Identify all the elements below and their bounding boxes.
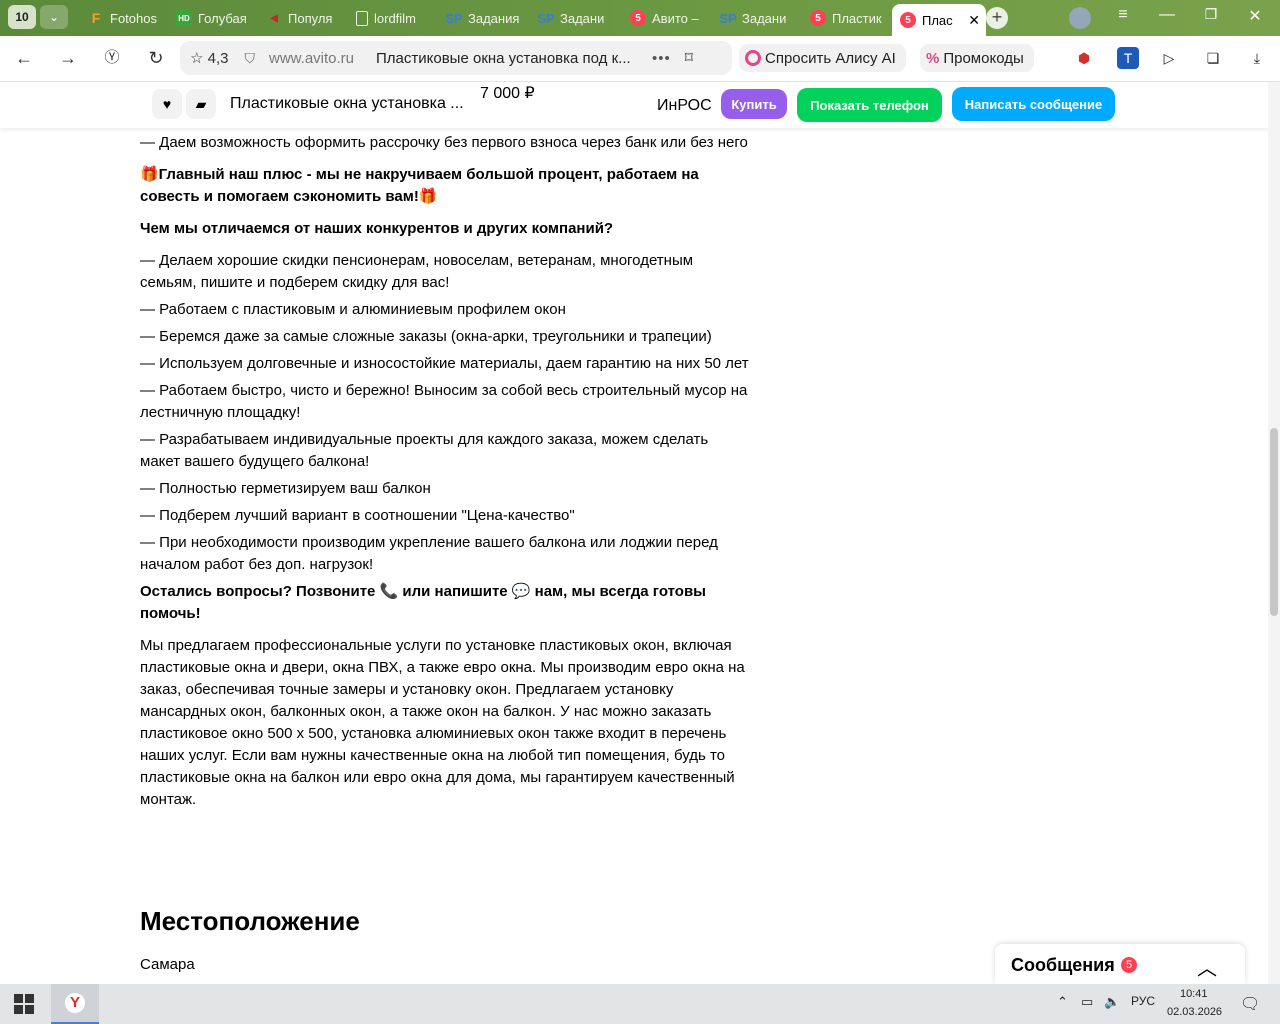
list-item: — Работаем с пластиковым и алюминиевым п…: [140, 301, 566, 318]
sp-favicon-icon: SP: [719, 10, 737, 26]
description-heading: Чем мы отличаемся от наших конкурентов и…: [140, 220, 614, 237]
site-rating[interactable]: ☆ 4,3: [190, 49, 228, 67]
site-rating-value: 4,3: [207, 50, 229, 67]
list-item: — Беремся даже за самые сложные заказы (…: [140, 328, 712, 345]
description-paragraph: — Даем возможность оформить рассрочку бе…: [140, 134, 748, 151]
scrollbar-thumb[interactable]: [1270, 428, 1278, 616]
browser-tab-strip: 10 ⌄ F Fotohos HD Голубая ◀ Популя lordf…: [0, 0, 1280, 36]
list-item: — Полностью герметизируем ваш балкон: [140, 480, 431, 497]
forward-arrow-icon[interactable]: →: [55, 46, 81, 70]
ask-alice-label: Спросить Алису AI: [765, 49, 896, 67]
messages-count-badge: 5: [1121, 957, 1137, 973]
language-indicator[interactable]: РУС: [1131, 994, 1155, 1008]
percent-icon: %: [926, 49, 940, 67]
avito-favicon-icon: 5: [900, 12, 916, 28]
tab-zadaniya-3[interactable]: SP Задани: [712, 4, 802, 32]
ask-alice-button[interactable]: Спросить Алису AI: [739, 44, 906, 72]
tab-favicon-icon: F: [91, 10, 101, 26]
description-contact-call: Остались вопросы? Позвоните 📞 или напиши…: [140, 583, 706, 622]
minimize-icon[interactable]: —: [1152, 6, 1182, 24]
yandex-logo-icon: Y: [65, 993, 85, 1013]
new-tab-plus-icon[interactable]: +: [986, 7, 1008, 29]
list-item: — При необходимости производим укреплени…: [140, 534, 718, 573]
messages-label: Сообщения: [1011, 955, 1115, 975]
clock-date[interactable]: 02.03.2026: [1167, 1006, 1222, 1018]
buy-button[interactable]: Купить: [721, 89, 787, 119]
listing-title: Пластиковые окна установка ...: [230, 95, 464, 112]
show-phone-button[interactable]: Показать телефон: [797, 88, 942, 122]
alice-icon: [745, 50, 761, 66]
sp-favicon-icon: SP: [445, 10, 463, 26]
speaker-icon: ◀: [270, 12, 278, 24]
notifications-icon[interactable]: 🗨: [1240, 994, 1260, 1014]
more-dots-icon[interactable]: •••: [652, 50, 671, 67]
favorite-heart-icon[interactable]: ♥: [152, 89, 182, 119]
browser-nav-bar: ← → Ⓨ ↻ ☆ 4,3 ⛉ www.avito.ru Пластиковые…: [0, 36, 1280, 82]
listing-sticky-header: ♥ ▰ Пластиковые окна установка ... 7 000…: [0, 82, 1268, 128]
windows-start-icon[interactable]: [14, 994, 34, 1014]
promocodes-button[interactable]: % Промокоды: [920, 44, 1034, 72]
messages-widget[interactable]: Сообщения 5 ︿: [995, 944, 1245, 984]
listing-description: — Даем возможность оформить рассрочку бе…: [140, 130, 750, 816]
promocodes-label: Промокоды: [943, 49, 1024, 67]
list-item: — Разрабатываем индивидуальные проекты д…: [140, 431, 709, 470]
bookmark-icon[interactable]: ⌑: [685, 48, 693, 68]
shield-icon[interactable]: ⛉: [244, 50, 255, 67]
chevron-up-icon[interactable]: ︿: [1197, 952, 1217, 981]
tab-list-chevron-icon[interactable]: ⌄: [40, 5, 68, 29]
tab-fotohos[interactable]: F Fotohos: [80, 4, 166, 32]
avito-favicon-icon: 5: [630, 10, 646, 26]
tab-zadaniya-2[interactable]: SP Задани: [530, 4, 620, 32]
location-heading: Местоположение: [140, 906, 360, 936]
close-window-icon[interactable]: ✕: [1240, 6, 1270, 26]
download-icon[interactable]: ⤓: [1246, 47, 1268, 69]
network-icon[interactable]: ▭: [1081, 994, 1093, 1010]
page-icon: [356, 10, 368, 26]
note-icon[interactable]: ▰: [186, 89, 216, 119]
tab-active-plastik[interactable]: 5 Плас ✕: [892, 4, 986, 36]
list-item: — Работаем быстро, чисто и бережно! Выно…: [140, 382, 748, 421]
tab-plastik[interactable]: 5 Пластик: [802, 4, 892, 32]
yandex-browser-taskbar-icon[interactable]: Y: [51, 984, 99, 1024]
url-domain: www.avito.ru: [268, 49, 355, 67]
description-seo-paragraph: Мы предлагаем профессиональные услуги по…: [140, 637, 745, 808]
url-page-title: Пластиковые окна установка под к...: [376, 49, 631, 67]
sp-favicon-icon: SP: [537, 10, 555, 26]
reload-icon[interactable]: ↻: [143, 46, 169, 70]
avito-favicon-icon: 5: [810, 10, 826, 26]
write-message-button[interactable]: Написать сообщение: [952, 87, 1115, 121]
yandex-logo-icon[interactable]: Ⓨ: [99, 46, 125, 70]
video-play-icon[interactable]: ▷: [1158, 47, 1180, 69]
tray-chevron-up-icon[interactable]: ⌃: [1057, 994, 1068, 1010]
listing-price: 7 000 ₽: [480, 85, 535, 102]
close-tab-icon[interactable]: ✕: [968, 12, 980, 29]
tab-lordfilm[interactable]: lordfilm: [348, 4, 436, 32]
tab-favicon-icon: HD: [176, 10, 192, 26]
description-highlight: 🎁Главный наш плюс - мы не накручиваем бо…: [140, 166, 699, 205]
tab-golubaya[interactable]: HD Голубая: [168, 4, 256, 32]
back-arrow-icon[interactable]: ←: [11, 46, 37, 70]
profile-avatar[interactable]: [1069, 7, 1091, 29]
tab-count-badge[interactable]: 10: [8, 5, 36, 29]
volume-icon[interactable]: 🔈: [1104, 994, 1120, 1010]
windows-taskbar: Y ⌃ ▭ 🔈 РУС 10:41 02.03.2026 🗨: [0, 984, 1280, 1024]
list-item: — Используем долговечные и износостойкие…: [140, 355, 749, 372]
list-item: — Делаем хорошие скидки пенсионерам, нов…: [140, 252, 694, 291]
clock-time[interactable]: 10:41: [1180, 988, 1208, 1000]
location-city: Самара: [140, 956, 195, 973]
extension-shield-icon[interactable]: ⬢: [1073, 47, 1095, 69]
tab-avito[interactable]: 5 Авито –: [622, 4, 712, 32]
seller-name[interactable]: ИнРОС: [657, 97, 712, 115]
tab-popular[interactable]: ◀ Популя: [258, 4, 346, 32]
restore-icon[interactable]: ❐: [1196, 6, 1226, 23]
list-item: — Подберем лучший вариант в соотношении …: [140, 507, 575, 524]
address-bar[interactable]: ☆ 4,3 ⛉ www.avito.ru Пластиковые окна ус…: [180, 41, 732, 75]
collections-icon[interactable]: ❏: [1202, 47, 1224, 69]
tab-zadaniya-1[interactable]: SP Задания: [438, 4, 528, 32]
menu-hamburger-icon[interactable]: ≡: [1108, 6, 1138, 24]
extension-translate-icon[interactable]: T: [1117, 47, 1139, 69]
